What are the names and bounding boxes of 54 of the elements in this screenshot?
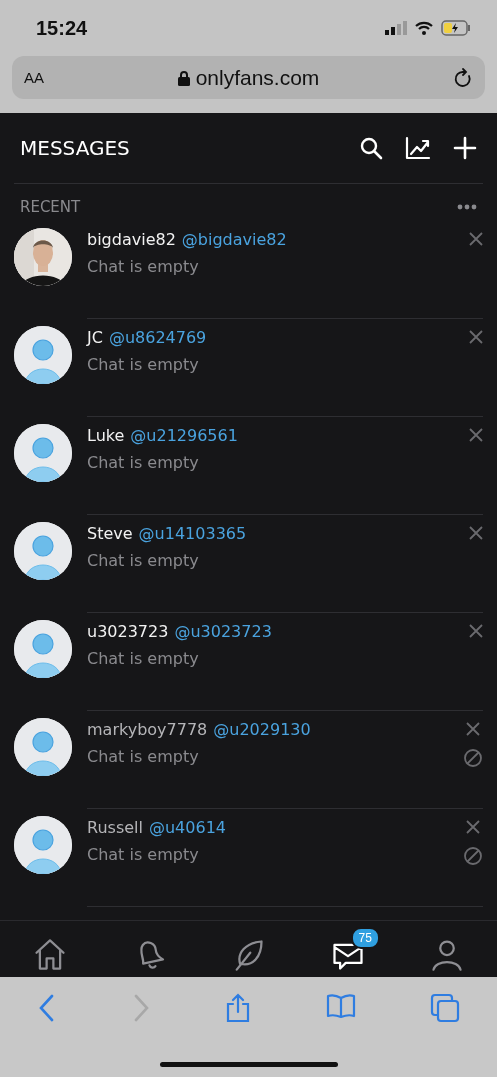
close-icon[interactable] <box>469 428 483 442</box>
user-handle[interactable]: @u21296561 <box>130 426 238 445</box>
user-name[interactable]: Steve <box>87 524 133 543</box>
avatar-icon <box>14 620 72 678</box>
user-handle[interactable]: @u3023723 <box>174 622 272 641</box>
avatar-icon <box>14 718 72 776</box>
battery-icon <box>441 20 471 36</box>
search-icon[interactable] <box>359 136 383 160</box>
user-handle[interactable]: @u8624769 <box>108 328 207 347</box>
close-icon[interactable] <box>469 330 483 344</box>
user-name[interactable]: JC <box>87 328 103 347</box>
avatar-icon <box>14 424 72 482</box>
block-icon[interactable] <box>463 846 483 866</box>
share-icon[interactable] <box>225 993 252 1023</box>
message-preview: Chat is empty <box>87 649 200 668</box>
message-preview: Chat is empty <box>87 551 200 570</box>
message-preview: Chat is empty <box>87 845 200 864</box>
user-name[interactable]: u3023723 <box>87 622 169 641</box>
add-icon[interactable] <box>453 136 477 160</box>
message-preview: Chat is empty <box>87 453 200 472</box>
unread-badge: 75 <box>350 926 380 949</box>
message-preview: Chat is empty <box>87 355 200 374</box>
avatar-icon <box>14 816 72 874</box>
url-text[interactable]: onlyfans.com <box>195 65 320 90</box>
section-title: RECENT <box>20 198 81 216</box>
avatar-icon <box>14 326 72 384</box>
reload-icon[interactable] <box>453 66 473 89</box>
user-name[interactable]: Russell <box>87 818 143 837</box>
close-icon[interactable] <box>466 722 480 736</box>
user-name[interactable]: Luke <box>87 426 125 445</box>
user-name[interactable]: markyboy7778 <box>87 720 208 739</box>
close-icon[interactable] <box>469 624 483 638</box>
message-preview: Chat is empty <box>87 747 200 766</box>
close-icon[interactable] <box>469 526 483 540</box>
chart-icon[interactable] <box>405 136 431 160</box>
user-handle[interactable]: @u14103365 <box>138 524 247 543</box>
more-icon[interactable] <box>457 204 477 210</box>
close-icon[interactable] <box>469 232 483 246</box>
user-handle[interactable]: @bigdavie82 <box>181 230 287 249</box>
text-size-button[interactable]: AA <box>24 69 44 86</box>
signal-icon <box>385 21 407 35</box>
close-icon[interactable] <box>466 820 480 834</box>
lock-icon <box>177 69 190 86</box>
user-name[interactable]: bigdavie82 <box>87 230 176 249</box>
user-handle[interactable]: @u40614 <box>148 818 226 837</box>
page-title: MESSAGES <box>20 136 131 160</box>
status-time: 15:24 <box>36 16 88 40</box>
avatar-icon <box>14 522 72 580</box>
wifi-icon <box>415 21 433 35</box>
bookmarks-icon[interactable] <box>325 993 356 1019</box>
user-handle[interactable]: @u2029130 <box>213 720 311 739</box>
block-icon[interactable] <box>463 748 483 768</box>
tabs-icon[interactable] <box>429 993 460 1023</box>
message-preview: Chat is empty <box>87 257 200 276</box>
